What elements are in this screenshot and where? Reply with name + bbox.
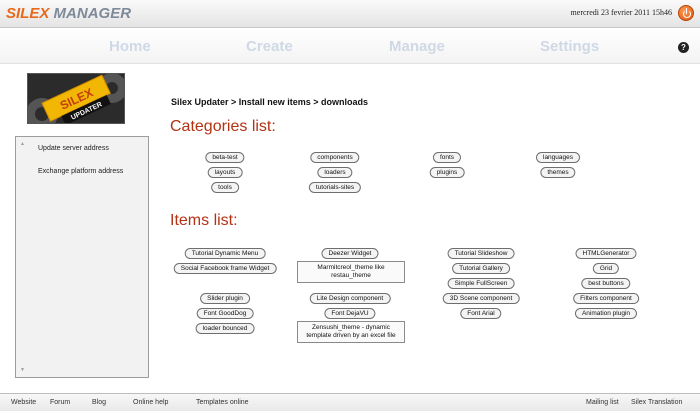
category-pill[interactable]: beta-test bbox=[205, 152, 245, 163]
help-icon[interactable]: ? bbox=[678, 42, 689, 53]
category-pill[interactable]: tools bbox=[211, 182, 239, 193]
footer-link-blog[interactable]: Blog bbox=[92, 399, 106, 406]
scroll-up-arrow-icon[interactable]: ▲ bbox=[20, 141, 25, 147]
item-pill[interactable]: Filters component bbox=[573, 293, 639, 304]
item-pill[interactable]: Social Facebook frame Widget bbox=[173, 263, 277, 274]
silex-updater-logo: SILEX UPDATER bbox=[27, 73, 125, 124]
footer-link-templates-online[interactable]: Templates online bbox=[196, 399, 249, 406]
category-pill[interactable]: loaders bbox=[317, 167, 353, 178]
item-box[interactable]: Marmitcreol_theme like restau_theme bbox=[297, 261, 405, 283]
nav-settings[interactable]: Settings bbox=[540, 38, 599, 55]
footer-link-website[interactable]: Website bbox=[11, 399, 36, 406]
item-pill[interactable]: Tutorial Slideshow bbox=[447, 248, 515, 259]
footer: Website Forum Blog Online help Templates… bbox=[0, 393, 700, 411]
app-logo: SILEX MANAGER bbox=[6, 5, 131, 22]
footer-link-mailing-list[interactable]: Mailing list bbox=[586, 399, 619, 406]
item-pill[interactable]: Font DejaVU bbox=[324, 308, 376, 319]
category-pill[interactable]: plugins bbox=[429, 167, 465, 178]
power-icon[interactable] bbox=[678, 5, 694, 21]
category-pill[interactable]: layouts bbox=[207, 167, 243, 178]
scroll-down-arrow-icon[interactable]: ▼ bbox=[20, 367, 25, 373]
category-pill[interactable]: tutorials-sites bbox=[308, 182, 362, 193]
breadcrumb: Silex Updater > Install new items > down… bbox=[171, 97, 369, 107]
item-pill[interactable]: Grid bbox=[592, 263, 620, 274]
item-pill[interactable]: best buttons bbox=[581, 278, 631, 289]
footer-link-forum[interactable]: Forum bbox=[50, 399, 70, 406]
sidebar-item-update-server[interactable]: Update server address bbox=[38, 145, 109, 152]
item-pill[interactable]: Slider plugin bbox=[200, 293, 250, 304]
datetime: mercredi 23 fevrier 2011 15h46 bbox=[570, 8, 672, 17]
item-pill[interactable]: Font GoodDog bbox=[196, 308, 254, 319]
item-box[interactable]: Zensushi_theme - dynamic template driven… bbox=[297, 321, 405, 343]
items-title: Items list: bbox=[170, 212, 238, 229]
sidebar-panel: ▲ Update server address Exchange platfor… bbox=[15, 136, 149, 378]
logo-manager: MANAGER bbox=[53, 5, 132, 22]
item-pill[interactable]: 3D Scene component bbox=[442, 293, 520, 304]
item-pill[interactable]: Simple FullScreen bbox=[447, 278, 515, 289]
item-pill[interactable]: Tutorial Gallery bbox=[452, 263, 510, 274]
sidebar-item-exchange-platform[interactable]: Exchange platform address bbox=[38, 168, 123, 175]
nav-manage[interactable]: Manage bbox=[389, 38, 445, 55]
nav-home[interactable]: Home bbox=[109, 38, 151, 55]
categories-title: Categories list: bbox=[170, 118, 276, 135]
category-pill[interactable]: components bbox=[310, 152, 360, 163]
footer-link-online-help[interactable]: Online help bbox=[133, 399, 168, 406]
footer-link-silex-translation[interactable]: Silex Translation bbox=[631, 399, 682, 406]
category-pill[interactable]: fonts bbox=[432, 152, 462, 163]
nav-create[interactable]: Create bbox=[246, 38, 293, 55]
item-pill[interactable]: Animation plugin bbox=[574, 308, 638, 319]
main-nav: Home Create Manage Settings ? bbox=[0, 29, 700, 64]
item-pill[interactable]: Lite Design component bbox=[309, 293, 391, 304]
item-pill[interactable]: HTMLGenerator bbox=[575, 248, 637, 259]
category-pill[interactable]: themes bbox=[540, 167, 576, 178]
category-pill[interactable]: languages bbox=[536, 152, 580, 163]
logo-silex: SILEX bbox=[6, 5, 50, 22]
item-pill[interactable]: Font Arial bbox=[460, 308, 502, 319]
item-pill[interactable]: Tutorial Dynamic Menu bbox=[184, 248, 266, 259]
top-bar: SILEX MANAGER mercredi 23 fevrier 2011 1… bbox=[0, 0, 700, 28]
item-pill[interactable]: loader bounced bbox=[195, 323, 255, 334]
item-pill[interactable]: Deezer Widget bbox=[321, 248, 379, 259]
